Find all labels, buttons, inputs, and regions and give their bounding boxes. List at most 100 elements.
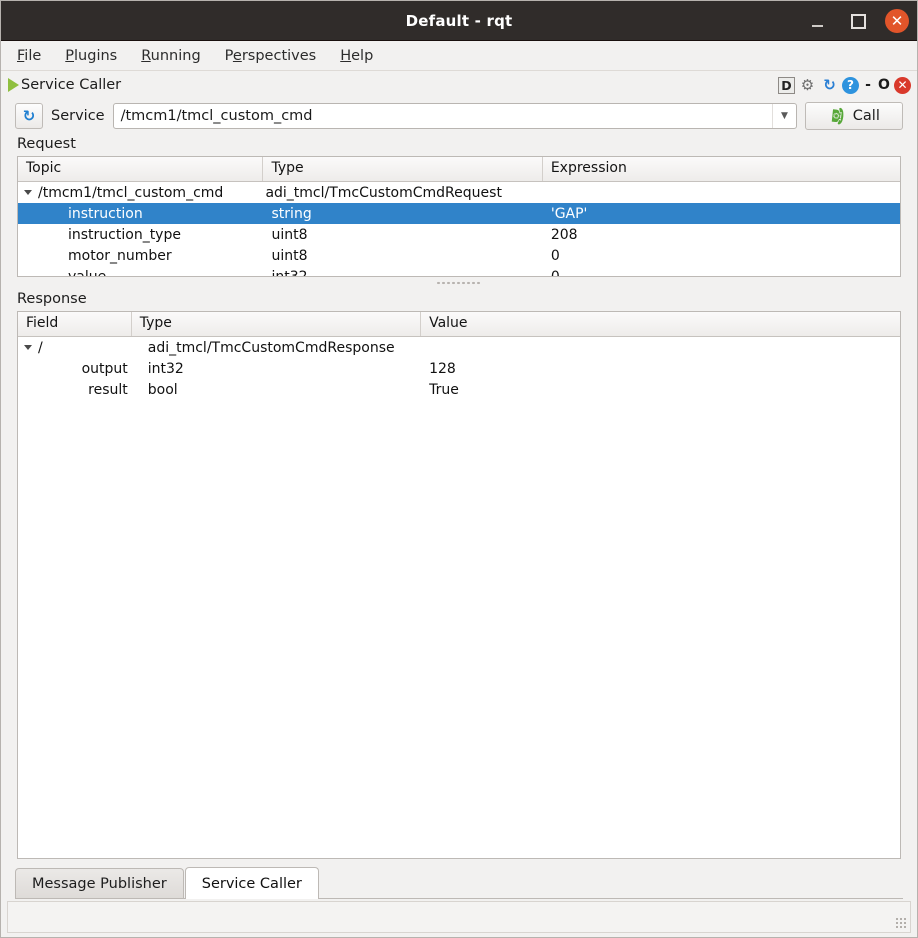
response-cell-field: / — [18, 340, 132, 356]
service-toolbar: ↻ Service /tmcm1/tmcl_custom_cmd ▼ ☎ Cal… — [1, 99, 917, 133]
request-cell-type: adi_tmcl/TmcCustomCmdRequest — [263, 185, 542, 201]
dock-widget-actions: D ⚙ ↻ ? - O ✕ — [778, 71, 911, 99]
table-row[interactable]: / adi_tmcl/TmcCustomCmdResponse — [18, 337, 900, 358]
menu-running[interactable]: Running — [141, 45, 212, 67]
request-cell-expression[interactable]: 208 — [543, 227, 900, 243]
service-label: Service — [51, 108, 105, 124]
splitter-grip-icon — [436, 281, 482, 285]
response-cell-type: bool — [132, 382, 421, 398]
menu-running-suffix: unning — [151, 48, 201, 64]
request-table: Topic Type Expression /tmcm1/tmcl_custom… — [17, 156, 901, 277]
request-cell-type: uint8 — [264, 248, 543, 264]
response-cell-type: int32 — [132, 361, 421, 377]
response-table-header: Field Type Value — [18, 312, 900, 337]
column-header-value[interactable]: Value — [421, 312, 900, 336]
column-header-type[interactable]: Type — [263, 157, 542, 181]
column-header-topic[interactable]: Topic — [18, 157, 263, 181]
refresh-icon: ↻ — [23, 107, 36, 125]
request-cell-topic: /tmcm1/tmcl_custom_cmd — [18, 185, 263, 201]
column-header-type[interactable]: Type — [132, 312, 421, 336]
menu-plugins-suffix: lugins — [74, 48, 117, 64]
refresh-services-button[interactable]: ↻ — [15, 103, 43, 129]
help-icon[interactable]: ? — [842, 77, 859, 94]
request-cell-type: uint8 — [264, 227, 543, 243]
response-section: Response Field Type Value / adi_tmcl/Tmc… — [1, 288, 917, 859]
minimize-button[interactable] — [805, 8, 831, 34]
column-header-expression[interactable]: Expression — [543, 157, 900, 181]
request-topic-text: /tmcm1/tmcl_custom_cmd — [38, 185, 223, 201]
response-cell-value: 128 — [421, 361, 900, 377]
response-cell-field: result — [18, 382, 132, 398]
table-row[interactable]: instruction string 'GAP' — [18, 203, 900, 224]
menu-perspectives-prefix: P — [225, 48, 233, 64]
call-button[interactable]: ☎ Call — [805, 102, 903, 130]
request-cell-type: int32 — [264, 269, 543, 278]
request-cell-expression[interactable]: 0 — [543, 269, 900, 278]
menu-help-suffix: elp — [351, 48, 373, 64]
window-controls: ✕ — [805, 1, 909, 41]
splitter-handle[interactable] — [17, 278, 901, 288]
table-row[interactable]: output int32 128 — [18, 358, 900, 379]
dock-close-icon[interactable]: ✕ — [894, 77, 911, 94]
resize-grip-icon[interactable] — [895, 917, 907, 929]
menu-bar: File Plugins Running Perspectives Help — [1, 41, 917, 71]
response-cell-type: adi_tmcl/TmcCustomCmdResponse — [132, 340, 421, 356]
table-row[interactable]: motor_number uint8 0 — [18, 245, 900, 266]
response-cell-value: True — [421, 382, 900, 398]
dock-widget-header: Service Caller D ⚙ ↻ ? - O ✕ — [1, 71, 917, 99]
response-table-body: / adi_tmcl/TmcCustomCmdResponse output i… — [18, 337, 900, 400]
detach-icon[interactable]: D — [778, 77, 795, 94]
request-table-header: Topic Type Expression — [18, 157, 900, 182]
request-section-label: Request — [1, 133, 917, 156]
gear-icon[interactable]: ⚙ — [798, 76, 817, 95]
dock-widget-title: Service Caller — [21, 77, 121, 93]
maximize-button[interactable] — [845, 8, 871, 34]
menu-file[interactable]: File — [17, 45, 53, 67]
menu-running-mnemonic: R — [141, 48, 150, 64]
menu-perspectives[interactable]: Perspectives — [225, 45, 329, 67]
menu-perspectives-suffix: rspectives — [242, 48, 316, 64]
menu-help[interactable]: Help — [340, 45, 385, 67]
response-table: Field Type Value / adi_tmcl/TmcCustomCmd… — [17, 311, 901, 859]
play-triangle-icon — [8, 78, 19, 92]
dock-minimize-icon[interactable]: - — [862, 76, 874, 95]
column-header-field[interactable]: Field — [18, 312, 132, 336]
menu-plugins[interactable]: Plugins — [65, 45, 129, 67]
response-cell-field: output — [18, 361, 132, 377]
request-cell-topic: instruction — [18, 206, 264, 222]
request-cell-topic: instruction_type — [18, 227, 264, 243]
dock-float-icon[interactable]: O — [877, 76, 891, 95]
request-cell-expression[interactable]: 0 — [543, 248, 900, 264]
menu-help-mnemonic: H — [340, 48, 351, 64]
plugin-tab-bar: Message Publisher Service Caller — [15, 865, 903, 899]
call-button-label: Call — [853, 108, 880, 124]
chevron-down-icon[interactable]: ▼ — [772, 104, 796, 128]
request-cell-topic: value — [18, 269, 264, 278]
close-window-button[interactable]: ✕ — [885, 9, 909, 33]
title-bar: Default - rqt ✕ — [1, 1, 917, 41]
response-section-label: Response — [1, 288, 917, 311]
table-row[interactable]: result bool True — [18, 379, 900, 400]
tab-message-publisher[interactable]: Message Publisher — [15, 868, 184, 898]
expand-triangle-icon[interactable] — [24, 345, 32, 350]
request-cell-expression[interactable]: 'GAP' — [543, 206, 900, 222]
tab-service-caller[interactable]: Service Caller — [185, 867, 319, 899]
reload-icon[interactable]: ↻ — [820, 76, 839, 95]
service-combobox[interactable]: /tmcm1/tmcl_custom_cmd ▼ — [113, 103, 797, 129]
request-cell-topic: motor_number — [18, 248, 264, 264]
table-row[interactable]: /tmcm1/tmcl_custom_cmd adi_tmcl/TmcCusto… — [18, 182, 900, 203]
request-table-body: /tmcm1/tmcl_custom_cmd adi_tmcl/TmcCusto… — [18, 182, 900, 276]
table-row[interactable]: instruction_type uint8 208 — [18, 224, 900, 245]
request-cell-type: string — [264, 206, 543, 222]
menu-file-suffix: ile — [24, 48, 41, 64]
status-bar — [7, 901, 911, 933]
window-title: Default - rqt — [406, 12, 513, 30]
service-input[interactable]: /tmcm1/tmcl_custom_cmd — [121, 108, 772, 124]
expand-triangle-icon[interactable] — [24, 190, 32, 195]
response-field-text: / — [38, 340, 43, 356]
application-window: Default - rqt ✕ File Plugins Running Per… — [0, 0, 918, 938]
menu-plugins-mnemonic: P — [65, 48, 74, 64]
table-row[interactable]: value int32 0 — [18, 266, 900, 277]
menu-perspectives-mnemonic: e — [233, 48, 242, 64]
phone-icon: ☎ — [828, 106, 848, 126]
